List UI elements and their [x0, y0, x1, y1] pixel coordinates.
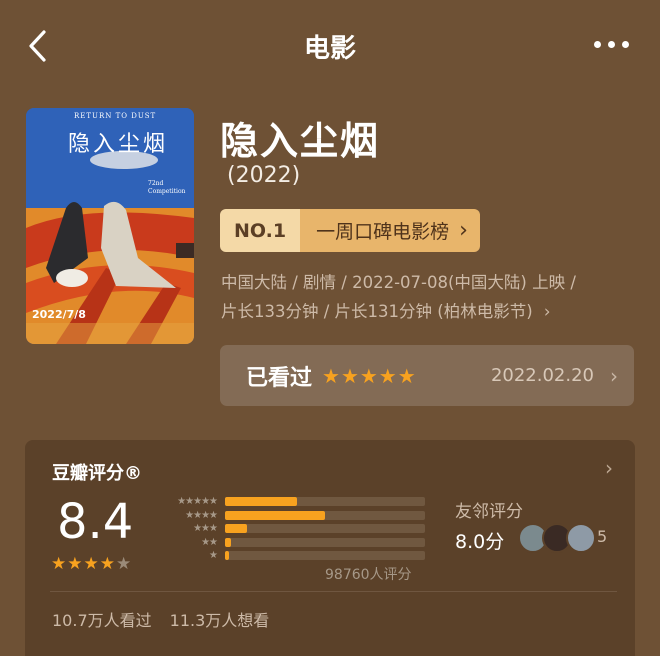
neighbor-rating-label: 友邻评分: [455, 502, 523, 522]
douban-score: 8.4: [57, 494, 134, 550]
rank-list-name: 一周口碑电影榜: [316, 221, 450, 243]
distribution-bar: [225, 537, 231, 547]
chevron-right-icon: ›: [610, 363, 618, 388]
distribution-stars: ★★: [201, 536, 218, 548]
nav-bar: 电影: [0, 0, 660, 90]
chevron-right-icon[interactable]: ›: [605, 456, 613, 480]
rank-number: NO.1: [220, 209, 301, 252]
wish-count: 11.3万人想看: [169, 611, 270, 630]
watched-date: 2022.02.20: [490, 365, 594, 386]
distribution-row: ★★★: [155, 522, 435, 536]
star-full-icon: ★★★★: [51, 554, 116, 574]
watched-count: 10.7万人看过: [52, 611, 152, 630]
distribution-row: ★★: [155, 536, 435, 550]
rank-badge-button[interactable]: NO.1 一周口碑电影榜 ›: [220, 209, 480, 252]
distribution-bar: [225, 551, 229, 561]
votes-count: 98760人评分: [325, 567, 412, 583]
neighbor-count: 5: [597, 527, 608, 546]
neighbor-avatars[interactable]: [518, 523, 596, 553]
neighbor-score: 8.0分: [455, 531, 505, 553]
distribution-bar: [225, 510, 325, 520]
distribution-bar: [225, 524, 247, 534]
poster-release-date: 2022/7/8: [32, 308, 86, 321]
poster-cn-title: 隐入尘烟: [68, 132, 169, 157]
my-rating-row[interactable]: 已看过 ★★★★★ 2022.02.20 ›: [220, 345, 634, 406]
divider: [50, 591, 617, 592]
distribution-stars: ★★★: [193, 523, 218, 535]
distribution-stars: ★★★★★: [177, 496, 218, 508]
douban-score-stars: ★★★★★: [51, 554, 132, 574]
poster-festival: 72nd Competition: [148, 180, 186, 195]
info-line: 中国大陆 / 剧情 / 2022-07-08(中国大陆) 上映 /: [221, 273, 576, 292]
movie-poster[interactable]: RETURN TO DUST 隐入尘烟 72nd Competition 202…: [26, 108, 194, 344]
movie-year: (2022): [227, 163, 301, 188]
distribution-row: ★★★★★: [155, 495, 435, 509]
chevron-right-icon: ›: [459, 218, 468, 243]
avatar: [566, 523, 596, 553]
distribution-row: ★: [155, 549, 435, 563]
page-title: 电影: [303, 34, 356, 64]
watched-label: 已看过: [246, 365, 313, 391]
distribution-stars: ★★★★: [185, 509, 218, 521]
rating-distribution: ★★★★★ ★★★★ ★★★ ★★ ★: [155, 495, 435, 563]
distribution-bar: [225, 497, 297, 507]
poster-en-title: RETURN TO DUST: [74, 112, 157, 120]
distribution-row: ★★★★: [155, 509, 435, 523]
info-line: 片长133分钟 / 片长131分钟 (柏林电影节): [221, 302, 533, 321]
distribution-stars: ★: [209, 550, 218, 562]
more-dots-icon: [594, 40, 601, 48]
movie-info[interactable]: 中国大陆 / 剧情 / 2022-07-08(中国大陆) 上映 / 片长133分…: [221, 268, 631, 326]
more-button[interactable]: [594, 36, 634, 52]
rating-card-title: 豆瓣评分®: [52, 463, 142, 484]
chevron-right-icon: ›: [543, 302, 551, 321]
douban-rating-card[interactable]: 豆瓣评分® › 8.4 ★★★★★ ★★★★★ ★★★★ ★★★ ★★ ★ 98…: [25, 440, 635, 656]
movie-title: 隐入尘烟: [220, 119, 381, 163]
watch-stats: 10.7万人看过 11.3万人想看: [52, 607, 269, 631]
my-rating-stars: ★★★★★: [322, 363, 417, 388]
star-empty-icon: ★: [115, 554, 133, 574]
